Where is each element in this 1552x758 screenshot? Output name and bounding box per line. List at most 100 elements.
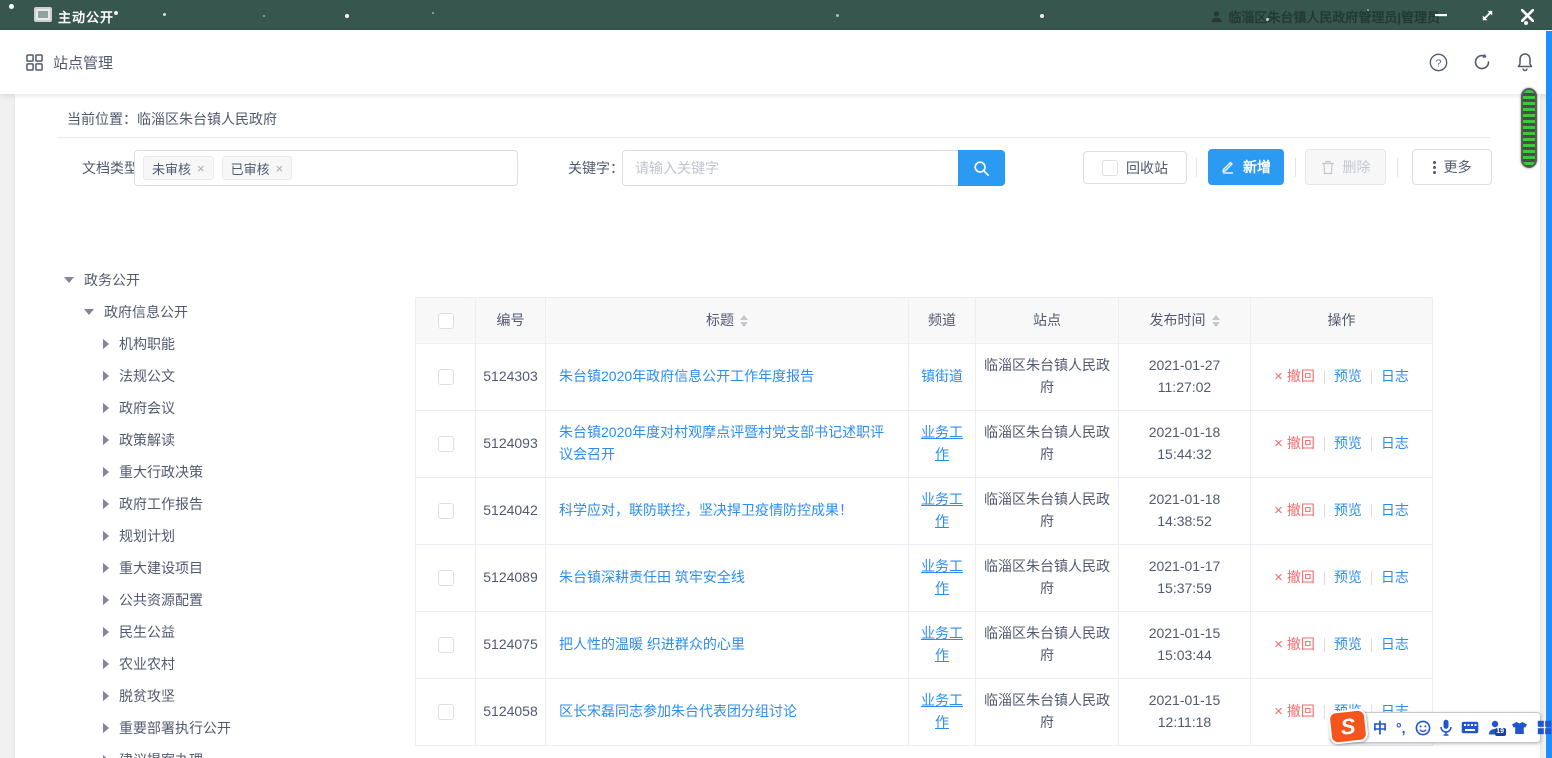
doc-title-link[interactable]: 朱台镇2020年政府信息公开工作年度报告 <box>559 366 814 388</box>
chevron-right-icon[interactable] <box>103 435 109 445</box>
add-button[interactable]: 新增 <box>1208 149 1284 185</box>
chevron-right-icon[interactable] <box>103 723 109 733</box>
row-checkbox[interactable] <box>438 570 454 586</box>
ime-emoji-icon[interactable] <box>1415 720 1431 736</box>
doc-title-link[interactable]: 区长宋磊同志参加朱台代表团分组讨论 <box>559 701 797 723</box>
tree-item-zhengwugongkai[interactable]: 政务公开 <box>30 264 410 296</box>
recycle-bin-button[interactable]: 回收站 <box>1083 151 1187 184</box>
close-icon[interactable] <box>1510 0 1544 30</box>
channel-link[interactable]: 镇街道 <box>921 366 963 388</box>
tag-reviewed[interactable]: 已审核 × <box>222 156 293 180</box>
chevron-right-icon[interactable] <box>103 595 109 605</box>
ime-punctuation-icon[interactable]: °, <box>1396 720 1406 736</box>
chevron-right-icon[interactable] <box>103 531 109 541</box>
chevron-right-icon[interactable] <box>103 627 109 637</box>
tree-item-faguigongwen[interactable]: 法规公文 <box>30 360 410 392</box>
more-button[interactable]: 更多 <box>1412 149 1492 185</box>
sort-icon[interactable] <box>1212 315 1220 327</box>
doc-title-link[interactable]: 朱台镇深耕责任田 筑牢安全线 <box>559 567 745 589</box>
tree-item-zhengcejiedu[interactable]: 政策解读 <box>30 424 410 456</box>
row-checkbox[interactable] <box>438 637 454 653</box>
tag-unreviewed[interactable]: 未审核 × <box>143 156 214 180</box>
delete-button[interactable]: 删除 <box>1305 149 1386 185</box>
preview-button[interactable]: 预览 <box>1334 500 1362 522</box>
tag-close-icon[interactable]: × <box>197 161 205 176</box>
ime-chinese-mode-icon[interactable]: 中 <box>1373 718 1387 738</box>
log-button[interactable]: 日志 <box>1381 567 1409 589</box>
log-button[interactable]: 日志 <box>1381 433 1409 455</box>
channel-link[interactable]: 业务工作 <box>917 422 967 465</box>
tree-item-zhengfuhuiyi[interactable]: 政府会议 <box>30 392 410 424</box>
row-checkbox[interactable] <box>438 503 454 519</box>
doc-title-link[interactable]: 把人性的温暖 织进群众的心里 <box>559 634 745 656</box>
refresh-icon[interactable] <box>1472 52 1492 72</box>
tree-item-nongyenongcun[interactable]: 农业农村 <box>30 648 410 680</box>
chevron-right-icon[interactable] <box>103 499 109 509</box>
ime-toolbox-icon[interactable] <box>1537 720 1552 735</box>
tag-close-icon[interactable]: × <box>276 161 284 176</box>
scrollbar-thumb[interactable] <box>1521 88 1537 168</box>
col-title[interactable]: 标题 <box>546 298 909 344</box>
channel-link[interactable]: 业务工作 <box>917 489 967 532</box>
ime-account-icon[interactable]: 19 <box>1488 720 1502 735</box>
tree-item-jigouzhineng[interactable]: 机构职能 <box>30 328 410 360</box>
withdraw-button[interactable]: ×撤回 <box>1274 365 1315 388</box>
row-checkbox[interactable] <box>438 369 454 385</box>
withdraw-button[interactable]: ×撤回 <box>1274 633 1315 656</box>
maximize-button[interactable] <box>1470 0 1504 30</box>
preview-button[interactable]: 预览 <box>1334 634 1362 656</box>
sort-icon[interactable] <box>740 315 748 327</box>
ime-toolbar[interactable]: S 中 °, 19 <box>1330 712 1541 743</box>
log-button[interactable]: 日志 <box>1381 366 1409 388</box>
chevron-right-icon[interactable] <box>103 691 109 701</box>
channel-link[interactable]: 业务工作 <box>917 690 967 733</box>
chevron-right-icon[interactable] <box>103 563 109 573</box>
chevron-down-icon[interactable] <box>84 309 94 315</box>
help-icon[interactable]: ? <box>1429 53 1448 72</box>
recycle-bin-checkbox[interactable] <box>1102 160 1118 176</box>
tree-item-gonggongziyuanpeizhi[interactable]: 公共资源配置 <box>30 584 410 616</box>
row-checkbox[interactable] <box>438 704 454 720</box>
bell-icon[interactable] <box>1516 52 1534 72</box>
log-button[interactable]: 日志 <box>1381 500 1409 522</box>
row-checkbox[interactable] <box>438 436 454 452</box>
withdraw-button[interactable]: ×撤回 <box>1274 566 1315 589</box>
tree-item-guihuajihua[interactable]: 规划计划 <box>30 520 410 552</box>
sogou-logo-icon[interactable]: S <box>1327 708 1368 745</box>
ime-skin-icon[interactable] <box>1511 721 1528 735</box>
tree-item-zhengfugongzuobaogao[interactable]: 政府工作报告 <box>30 488 410 520</box>
minimize-button[interactable] <box>1424 0 1458 30</box>
tree-item-zhongdaxingzhengjuece[interactable]: 重大行政决策 <box>30 456 410 488</box>
chevron-right-icon[interactable] <box>103 339 109 349</box>
preview-button[interactable]: 预览 <box>1334 366 1362 388</box>
doc-type-select[interactable]: 未审核 × 已审核 × <box>134 150 518 186</box>
tree-item-zhongyaobushuzhixinggongkai[interactable]: 重要部署执行公开 <box>30 712 410 744</box>
ime-voice-icon[interactable] <box>1440 719 1452 736</box>
col-publish-time[interactable]: 发布时间 <box>1119 298 1251 344</box>
log-button[interactable]: 日志 <box>1381 634 1409 656</box>
doc-title-link[interactable]: 朱台镇2020年度对村观摩点评暨村党支部书记述职评议会召开 <box>559 422 895 465</box>
doc-title-link[interactable]: 科学应对，联防联控，坚决捍卫疫情防控成果！ <box>559 500 853 522</box>
tree-item-tuopingongjian[interactable]: 脱贫攻坚 <box>30 680 410 712</box>
chevron-right-icon[interactable] <box>103 403 109 413</box>
preview-button[interactable]: 预览 <box>1334 567 1362 589</box>
chevron-right-icon[interactable] <box>103 659 109 669</box>
channel-link[interactable]: 业务工作 <box>917 556 967 599</box>
tree-item-jianyitianbanli[interactable]: 建议提案办理 <box>30 744 410 758</box>
chevron-right-icon[interactable] <box>103 467 109 477</box>
tree-item-minshenggongyi[interactable]: 民生公益 <box>30 616 410 648</box>
preview-button[interactable]: 预览 <box>1334 433 1362 455</box>
search-button[interactable] <box>958 150 1005 186</box>
withdraw-button[interactable]: ×撤回 <box>1274 700 1315 723</box>
titlebar-user[interactable]: 临淄区朱台镇人民政府管理员|管理员 <box>1210 7 1440 26</box>
withdraw-button[interactable]: ×撤回 <box>1274 499 1315 522</box>
tree-item-zhongdajianshexiangmu[interactable]: 重大建设项目 <box>30 552 410 584</box>
select-all-checkbox[interactable] <box>438 313 454 329</box>
chevron-right-icon[interactable] <box>103 371 109 381</box>
withdraw-button[interactable]: ×撤回 <box>1274 432 1315 455</box>
keyword-input[interactable] <box>622 150 958 186</box>
tree-item-zhengfuxinxigongkai[interactable]: 政府信息公开 <box>30 296 410 328</box>
channel-link[interactable]: 业务工作 <box>917 623 967 666</box>
ime-keyboard-icon[interactable] <box>1461 721 1479 734</box>
chevron-down-icon[interactable] <box>64 277 74 283</box>
